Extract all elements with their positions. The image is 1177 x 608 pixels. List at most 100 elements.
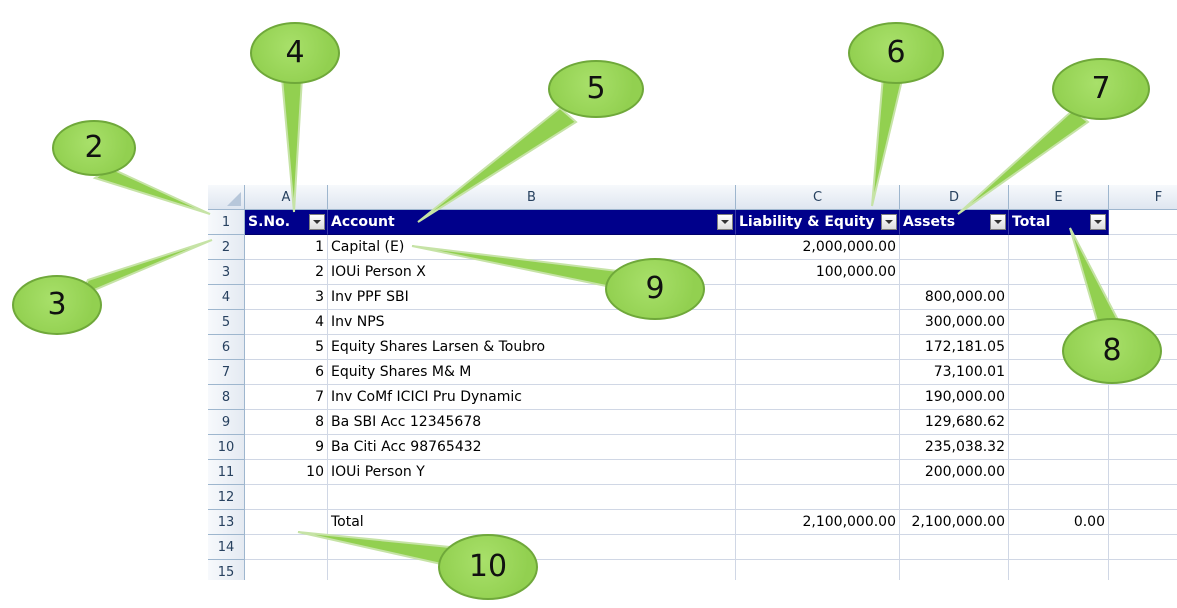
cell-liability[interactable] — [736, 285, 900, 310]
row-header-7[interactable]: 7 — [208, 360, 245, 385]
cell-sno[interactable]: 7 — [245, 385, 328, 410]
cell-f[interactable] — [1109, 285, 1177, 310]
cell-account[interactable]: Ba SBI Acc 12345678 — [328, 410, 736, 435]
cell-assets[interactable]: 2,100,000.00 — [900, 510, 1009, 535]
row-header-12[interactable]: 12 — [208, 485, 245, 510]
filter-dropdown-icon[interactable] — [1090, 214, 1106, 230]
row-header-5[interactable]: 5 — [208, 310, 245, 335]
cell-sno[interactable]: 6 — [245, 360, 328, 385]
cell-assets[interactable]: 800,000.00 — [900, 285, 1009, 310]
row-header-8[interactable]: 8 — [208, 385, 245, 410]
cell-account[interactable]: Ba Citi Acc 98765432 — [328, 435, 736, 460]
cell-f[interactable] — [1109, 260, 1177, 285]
column-header-d[interactable]: D — [900, 185, 1009, 210]
header-sno[interactable]: S.No. — [245, 210, 328, 235]
column-header-b[interactable]: B — [328, 185, 736, 210]
cell-account[interactable]: IOUi Person Y — [328, 460, 736, 485]
cell-total[interactable] — [1009, 435, 1109, 460]
filter-dropdown-icon[interactable] — [309, 214, 325, 230]
row-header-6[interactable]: 6 — [208, 335, 245, 360]
cell-liability[interactable]: 2,000,000.00 — [736, 235, 900, 260]
row-header-15[interactable]: 15 — [208, 560, 245, 580]
cell-f[interactable] — [1109, 435, 1177, 460]
cell-assets[interactable] — [900, 260, 1009, 285]
cell-liability[interactable] — [736, 410, 900, 435]
cell-liability[interactable]: 100,000.00 — [736, 260, 900, 285]
cell-total[interactable] — [1009, 410, 1109, 435]
cell-f[interactable] — [1109, 535, 1177, 560]
select-all-corner[interactable] — [208, 185, 245, 210]
cell-liability[interactable] — [736, 485, 900, 510]
filter-dropdown-icon[interactable] — [717, 214, 733, 230]
cell-total[interactable] — [1009, 560, 1109, 580]
cell-total[interactable] — [1009, 535, 1109, 560]
header-assets[interactable]: Assets — [900, 210, 1009, 235]
row-header-10[interactable]: 10 — [208, 435, 245, 460]
cell-account[interactable]: Inv CoMf ICICI Pru Dynamic — [328, 385, 736, 410]
cell-liability[interactable] — [736, 385, 900, 410]
cell-assets[interactable] — [900, 535, 1009, 560]
cell-f[interactable] — [1109, 410, 1177, 435]
cell-f1[interactable] — [1109, 210, 1177, 235]
cell-total[interactable] — [1009, 385, 1109, 410]
cell-account[interactable]: Capital (E) — [328, 235, 736, 260]
cell-f[interactable] — [1109, 385, 1177, 410]
cell-account[interactable]: Equity Shares M& M — [328, 360, 736, 385]
cell-assets[interactable]: 235,038.32 — [900, 435, 1009, 460]
column-header-c[interactable]: C — [736, 185, 900, 210]
column-header-e[interactable]: E — [1009, 185, 1109, 210]
row-header-2[interactable]: 2 — [208, 235, 245, 260]
cell-liability[interactable] — [736, 460, 900, 485]
cell-assets[interactable] — [900, 235, 1009, 260]
cell-sno[interactable]: 9 — [245, 435, 328, 460]
cell-sno[interactable]: 10 — [245, 460, 328, 485]
cell-sno[interactable]: 2 — [245, 260, 328, 285]
cell-sno[interactable]: 8 — [245, 410, 328, 435]
header-account[interactable]: Account — [328, 210, 736, 235]
cell-sno[interactable] — [245, 535, 328, 560]
cell-f[interactable] — [1109, 460, 1177, 485]
cell-assets[interactable] — [900, 485, 1009, 510]
cell-liability[interactable] — [736, 335, 900, 360]
cell-liability[interactable] — [736, 535, 900, 560]
column-header-a[interactable]: A — [245, 185, 328, 210]
cell-assets[interactable] — [900, 560, 1009, 580]
row-header-3[interactable]: 3 — [208, 260, 245, 285]
cell-total[interactable] — [1009, 235, 1109, 260]
cell-account[interactable]: Equity Shares Larsen & Toubro — [328, 335, 736, 360]
cell-f[interactable] — [1109, 510, 1177, 535]
cell-sno[interactable] — [245, 560, 328, 580]
cell-liability[interactable]: 2,100,000.00 — [736, 510, 900, 535]
header-liability[interactable]: Liability & Equity — [736, 210, 900, 235]
cell-assets[interactable]: 190,000.00 — [900, 385, 1009, 410]
cell-f[interactable] — [1109, 485, 1177, 510]
row-header-11[interactable]: 11 — [208, 460, 245, 485]
cell-f[interactable] — [1109, 560, 1177, 580]
cell-liability[interactable] — [736, 360, 900, 385]
cell-total[interactable] — [1009, 485, 1109, 510]
cell-liability[interactable] — [736, 310, 900, 335]
cell-assets[interactable]: 300,000.00 — [900, 310, 1009, 335]
filter-dropdown-icon[interactable] — [881, 214, 897, 230]
cell-assets[interactable]: 129,680.62 — [900, 410, 1009, 435]
row-header-9[interactable]: 9 — [208, 410, 245, 435]
cell-total[interactable] — [1009, 460, 1109, 485]
cell-sno[interactable]: 1 — [245, 235, 328, 260]
cell-assets[interactable]: 200,000.00 — [900, 460, 1009, 485]
cell-assets[interactable]: 172,181.05 — [900, 335, 1009, 360]
row-header-4[interactable]: 4 — [208, 285, 245, 310]
cell-liability[interactable] — [736, 435, 900, 460]
column-header-f[interactable]: F — [1109, 185, 1177, 210]
header-total[interactable]: Total — [1009, 210, 1109, 235]
row-header-13[interactable]: 13 — [208, 510, 245, 535]
cell-sno[interactable]: 3 — [245, 285, 328, 310]
cell-liability[interactable] — [736, 560, 900, 580]
cell-f[interactable] — [1109, 235, 1177, 260]
row-header-1[interactable]: 1 — [208, 210, 245, 235]
cell-sno[interactable] — [245, 485, 328, 510]
row-header-14[interactable]: 14 — [208, 535, 245, 560]
cell-account[interactable]: Total — [328, 510, 736, 535]
filter-dropdown-icon[interactable] — [990, 214, 1006, 230]
cell-total[interactable] — [1009, 285, 1109, 310]
cell-sno[interactable] — [245, 510, 328, 535]
